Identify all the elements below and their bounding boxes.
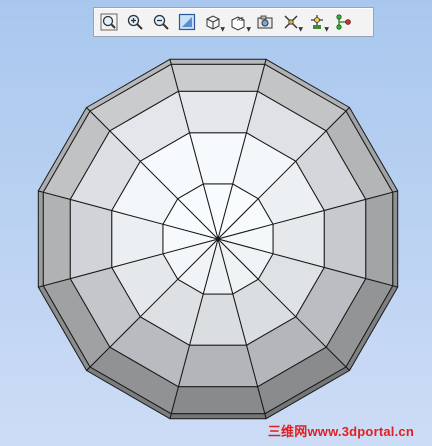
display-style-icon: AB [231,16,245,31]
dome-face[interactable] [170,63,266,92]
watermark-text: 三维网www.3dportal.cn [267,424,414,439]
dome-apex [216,237,220,241]
dome-face[interactable] [69,198,113,280]
dropdown-arrow-icon: ▼ [324,26,329,33]
graphics-viewport[interactable]: ▼ AB ▼ ▼ ▼ 三维网www.3dportal.cn [0,0,432,446]
lighting-button[interactable]: ▼ [305,10,329,34]
dropdown-arrow-icon: ▼ [220,26,225,33]
svg-text:AB: AB [237,17,244,23]
hide-show-icon [284,15,298,29]
view-orientation-button[interactable]: ▼ [201,10,225,34]
dropdown-arrow-icon: ▼ [298,26,303,33]
dome-face[interactable] [323,198,367,280]
zoom-in-button[interactable] [123,10,147,34]
dome-model[interactable] [0,0,432,446]
zoom-area-icon [178,13,196,31]
dome-face[interactable] [365,191,394,287]
zoom-fit-icon [100,13,118,31]
camera-icon [257,15,273,29]
hide-show-button[interactable]: ▼ [279,10,303,34]
dome-face[interactable] [42,191,71,287]
dome-face[interactable] [170,386,266,415]
dome-face[interactable] [177,90,259,134]
heads-up-view-toolbar: ▼ AB ▼ ▼ ▼ [93,7,374,37]
lighting-icon [311,15,323,29]
zoom-to-fit-button[interactable] [97,10,121,34]
dome-face[interactable] [392,190,399,288]
zoom-out-button[interactable] [149,10,173,34]
nodes-button[interactable] [331,10,355,34]
nodes-icon [336,14,351,30]
dome-face[interactable] [177,344,259,388]
zoom-out-icon [153,14,169,30]
display-style-button[interactable]: AB ▼ [227,10,251,34]
dropdown-arrow-icon: ▼ [246,26,251,33]
zoom-to-area-button[interactable] [175,10,199,34]
dome-face[interactable] [169,58,267,65]
dome-face[interactable] [169,413,267,420]
dome-face[interactable] [37,190,44,288]
zoom-in-icon [127,14,143,30]
camera-button[interactable] [253,10,277,34]
cube-view-icon [206,15,220,30]
